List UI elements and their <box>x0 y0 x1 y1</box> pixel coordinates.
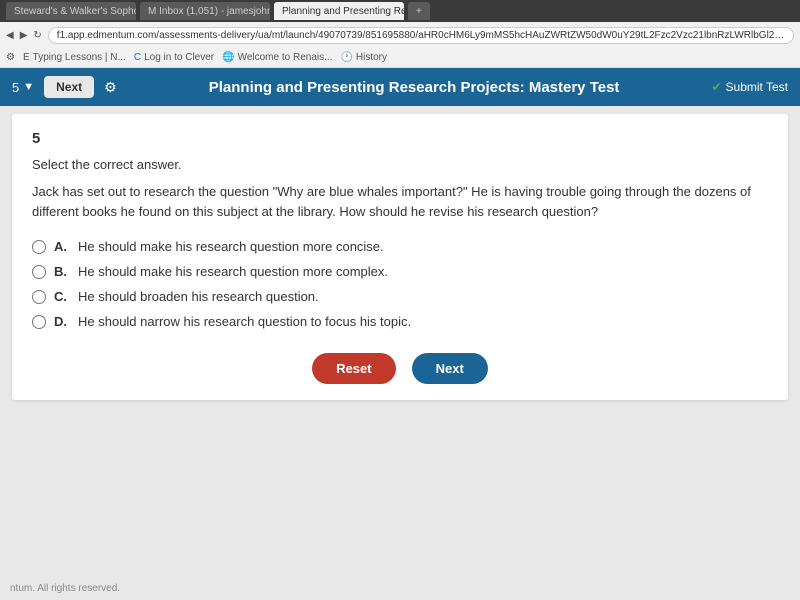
reset-button[interactable]: Reset <box>312 353 395 384</box>
apps-icon: ⚙ <box>6 52 15 63</box>
address-bar[interactable]: f1.app.edmentum.com/assessments-delivery… <box>48 27 794 44</box>
bookmark-renais[interactable]: 🌐 Welcome to Renais... <box>222 52 332 63</box>
bookmark-icon: C <box>134 52 141 63</box>
bookmark-icon: 🌐 <box>222 52 234 63</box>
tab-new[interactable]: + <box>408 2 430 20</box>
reload-icon[interactable]: ↻ <box>33 30 41 41</box>
option-a-letter: A. <box>54 239 70 254</box>
top-nav: 5 ▼ Next ⚙ Planning and Presenting Resea… <box>0 68 800 106</box>
question-number-selector: 5 ▼ <box>12 80 34 95</box>
checkmark-icon: ✔ <box>711 80 721 94</box>
question-nav-number: 5 <box>12 80 19 95</box>
tab-inbox[interactable]: M Inbox (1,051) - jamesjohnson1@... ✕ <box>140 2 270 20</box>
tab-stewards[interactable]: Steward's & Walker's Sophomo... ✕ <box>6 2 136 20</box>
bookmark-label: Log in to Clever <box>144 52 214 63</box>
question-number: 5 <box>32 130 768 147</box>
address-bar-row: ◀ ▶ ↻ f1.app.edmentum.com/assessments-de… <box>0 22 800 48</box>
forward-icon[interactable]: ▶ <box>20 30 28 41</box>
bookmark-icon: E <box>23 52 30 63</box>
tab-label: + <box>416 6 422 17</box>
nav-next-button[interactable]: Next <box>44 76 94 98</box>
settings-icon[interactable]: ⚙ <box>104 79 117 96</box>
option-c-letter: C. <box>54 289 70 304</box>
instruction-text: Select the correct answer. <box>32 157 768 172</box>
radio-a[interactable] <box>32 240 46 254</box>
page-title: Planning and Presenting Research Project… <box>127 79 702 96</box>
option-b-text: He should make his research question mor… <box>78 264 388 279</box>
chevron-down-icon[interactable]: ▼ <box>23 81 34 93</box>
question-text: Jack has set out to research the questio… <box>32 182 768 221</box>
option-b[interactable]: B. He should make his research question … <box>32 264 768 279</box>
option-c[interactable]: C. He should broaden his research questi… <box>32 289 768 304</box>
bookmarks-bar: ⚙ E Typing Lessons | N... C Log in to Cl… <box>0 48 800 68</box>
radio-c[interactable] <box>32 290 46 304</box>
option-c-text: He should broaden his research question. <box>78 289 319 304</box>
option-a-text: He should make his research question mor… <box>78 239 384 254</box>
answer-options: A. He should make his research question … <box>32 239 768 329</box>
submit-label: Submit Test <box>726 80 788 94</box>
bookmark-label: History <box>356 52 387 63</box>
next-button[interactable]: Next <box>412 353 488 384</box>
option-d-text: He should narrow his research question t… <box>78 314 411 329</box>
tab-label: Planning and Presenting Resear... <box>282 6 404 17</box>
browser-chrome: Steward's & Walker's Sophomo... ✕ M Inbo… <box>0 0 800 22</box>
back-icon[interactable]: ◀ <box>6 30 14 41</box>
radio-b[interactable] <box>32 265 46 279</box>
tab-label: Steward's & Walker's Sophomo... <box>14 6 136 17</box>
clock-icon: 🕐 <box>340 52 352 63</box>
option-b-letter: B. <box>54 264 70 279</box>
bookmark-typing[interactable]: E Typing Lessons | N... <box>23 52 126 63</box>
tab-label: M Inbox (1,051) - jamesjohnson1@... <box>148 6 270 17</box>
copyright-text: ntum. All rights reserved. <box>10 583 120 594</box>
option-d[interactable]: D. He should narrow his research questio… <box>32 314 768 329</box>
bookmark-clever[interactable]: C Log in to Clever <box>134 52 214 63</box>
bookmark-history[interactable]: 🕐 History <box>340 52 387 63</box>
option-a[interactable]: A. He should make his research question … <box>32 239 768 254</box>
action-buttons: Reset Next <box>32 353 768 384</box>
tab-planning[interactable]: Planning and Presenting Resear... ✕ <box>274 2 404 20</box>
radio-d[interactable] <box>32 315 46 329</box>
option-d-letter: D. <box>54 314 70 329</box>
main-content: 5 Select the correct answer. Jack has se… <box>12 114 788 400</box>
footer: ntum. All rights reserved. <box>10 583 120 594</box>
bookmark-label: Welcome to Renais... <box>238 52 333 63</box>
submit-test-button[interactable]: ✔ Submit Test <box>711 80 788 94</box>
bookmark-label: Typing Lessons | N... <box>33 52 126 63</box>
